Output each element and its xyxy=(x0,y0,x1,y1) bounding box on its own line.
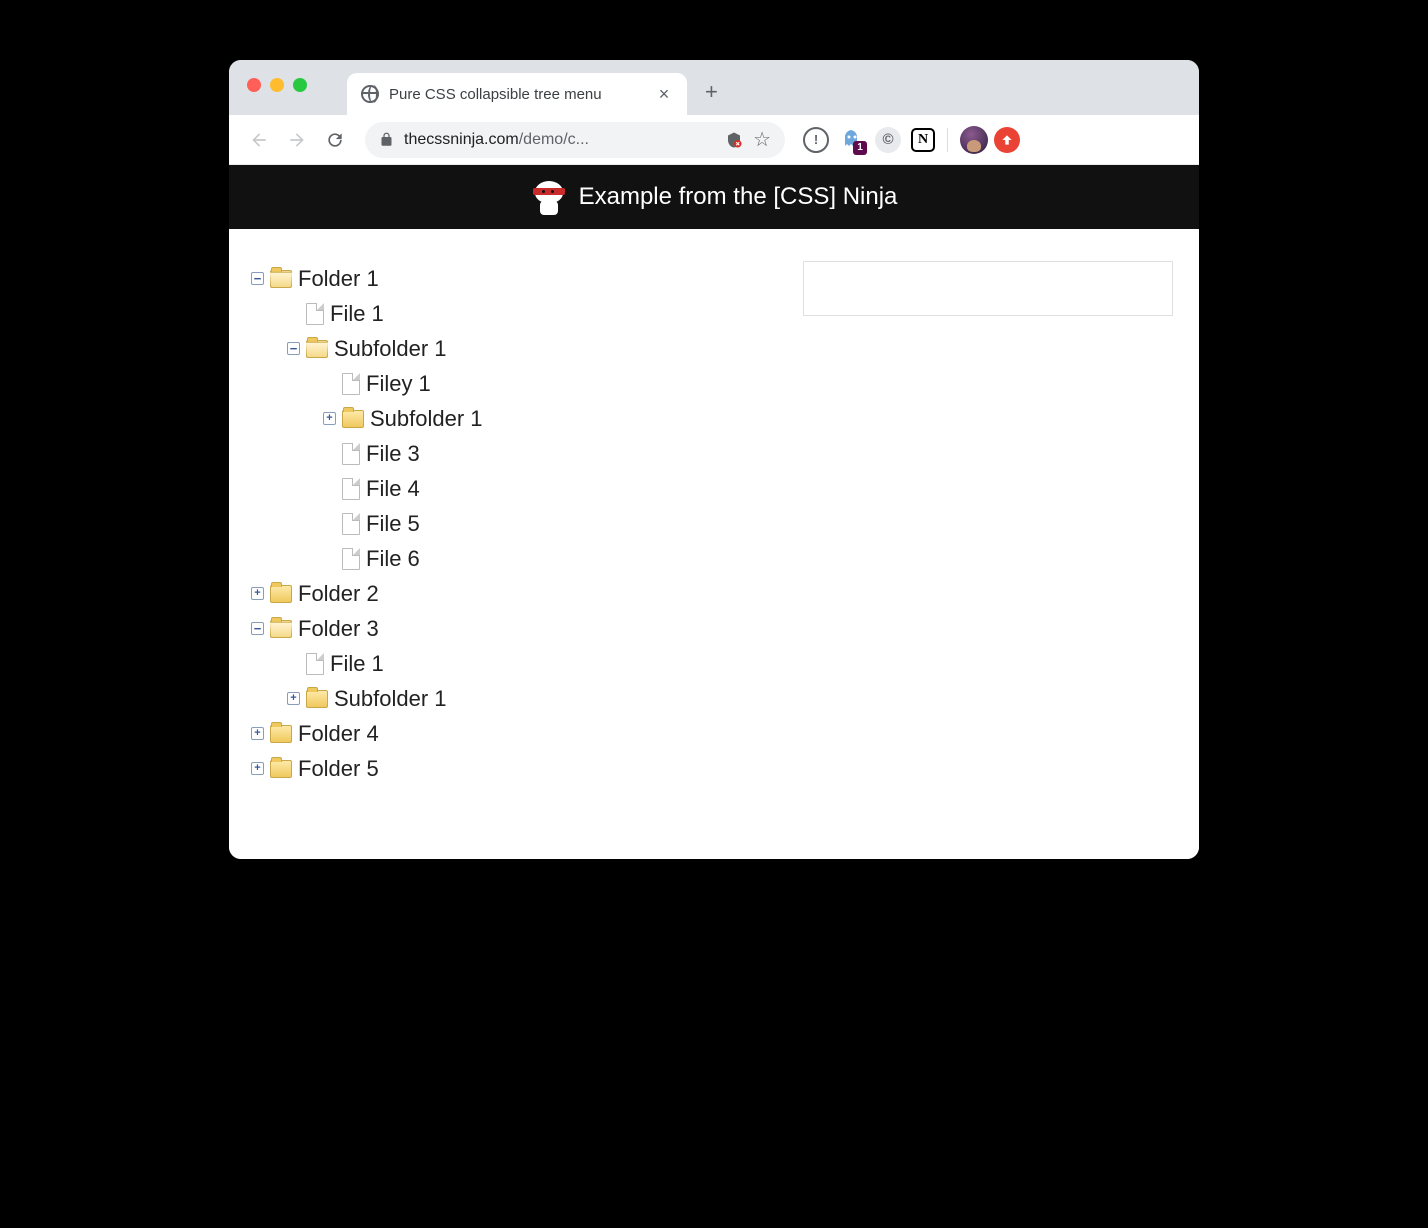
extension-ghostery-icon[interactable]: 1 xyxy=(839,127,865,153)
tree-item-label: File 1 xyxy=(330,297,384,330)
extension-badge: 1 xyxy=(853,141,867,155)
folder-icon xyxy=(270,725,292,743)
tree-item-label: File 3 xyxy=(366,437,420,470)
expand-icon[interactable] xyxy=(323,412,336,425)
window-controls xyxy=(247,78,307,92)
arrow-left-icon xyxy=(249,130,269,150)
tree-item-label: Filey 1 xyxy=(366,367,431,400)
tree-file[interactable]: Filey 1 xyxy=(323,366,791,401)
toolbar-divider xyxy=(947,128,948,152)
tab-title: Pure CSS collapsible tree menu xyxy=(389,86,645,103)
browser-toolbar: thecssninja.com/demo/c... ☆ ! 1 © N xyxy=(229,115,1199,165)
tree-item-label: Subfolder 1 xyxy=(370,402,483,435)
minimize-window-button[interactable] xyxy=(270,78,284,92)
file-icon xyxy=(342,443,360,465)
folder-icon xyxy=(306,340,328,358)
tree-file[interactable]: File 6 xyxy=(323,541,791,576)
ninja-icon xyxy=(531,179,567,215)
tree-file[interactable]: File 5 xyxy=(323,506,791,541)
tree-item-label: Folder 1 xyxy=(298,262,379,295)
tree-item-label: Folder 3 xyxy=(298,612,379,645)
sidebar-box xyxy=(803,261,1173,316)
extension-notion-icon[interactable]: N xyxy=(911,128,935,152)
folder-icon xyxy=(306,690,328,708)
extension-info-icon[interactable]: ! xyxy=(803,127,829,153)
folder-icon xyxy=(270,585,292,603)
maximize-window-button[interactable] xyxy=(293,78,307,92)
file-icon xyxy=(306,653,324,675)
url-text: thecssninja.com/demo/c... xyxy=(404,131,715,149)
extension-c-icon[interactable]: © xyxy=(875,127,901,153)
new-tab-button[interactable]: + xyxy=(705,79,718,105)
tree-file[interactable]: File 3 xyxy=(323,436,791,471)
collapse-icon[interactable] xyxy=(251,272,264,285)
reload-icon xyxy=(325,130,345,150)
folder-icon xyxy=(270,270,292,288)
collapse-icon[interactable] xyxy=(251,622,264,635)
file-icon xyxy=(342,548,360,570)
profile-avatar[interactable] xyxy=(960,126,988,154)
tree-folder[interactable]: Subfolder 1 xyxy=(287,331,791,366)
forward-button[interactable] xyxy=(281,124,313,156)
site-shield-icon[interactable] xyxy=(725,131,743,149)
tab-bar: Pure CSS collapsible tree menu × + xyxy=(229,60,1199,115)
arrow-right-icon xyxy=(287,130,307,150)
folder-icon xyxy=(342,410,364,428)
back-button[interactable] xyxy=(243,124,275,156)
reload-button[interactable] xyxy=(319,124,351,156)
tree-folder[interactable]: Subfolder 1 xyxy=(287,681,791,716)
collapse-icon[interactable] xyxy=(287,342,300,355)
tab-close-button[interactable]: × xyxy=(655,84,673,105)
tree-file[interactable]: File 1 xyxy=(287,646,791,681)
folder-icon xyxy=(270,620,292,638)
file-icon xyxy=(306,303,324,325)
tree-item-label: File 6 xyxy=(366,542,420,575)
tree-item-label: Folder 2 xyxy=(298,577,379,610)
url-path: /demo/c... xyxy=(519,131,589,148)
tree-folder[interactable]: Subfolder 1 xyxy=(323,401,791,436)
page-header: Example from the [CSS] Ninja xyxy=(229,165,1199,229)
extensions-bar: ! 1 © N xyxy=(803,127,935,153)
tree-item-label: Folder 4 xyxy=(298,717,379,750)
tree-item-label: File 5 xyxy=(366,507,420,540)
tree-item-label: File 4 xyxy=(366,472,420,505)
tree-file[interactable]: File 4 xyxy=(323,471,791,506)
tree-folder[interactable]: Folder 5 xyxy=(251,751,791,786)
tree-folder[interactable]: Folder 1 xyxy=(251,261,791,296)
expand-icon[interactable] xyxy=(251,587,264,600)
page-content: Folder 1File 1Subfolder 1Filey 1Subfolde… xyxy=(229,229,1199,859)
tree-item-label: File 1 xyxy=(330,647,384,680)
tree-folder[interactable]: Folder 3 xyxy=(251,611,791,646)
arrow-up-icon xyxy=(1000,133,1014,147)
tree-item-label: Folder 5 xyxy=(298,752,379,785)
globe-icon xyxy=(361,85,379,103)
tree-menu: Folder 1File 1Subfolder 1Filey 1Subfolde… xyxy=(251,261,791,786)
tree-children: File 1Subfolder 1 xyxy=(251,646,791,716)
file-icon xyxy=(342,513,360,535)
file-icon xyxy=(342,478,360,500)
tree-folder[interactable]: Folder 2 xyxy=(251,576,791,611)
file-icon xyxy=(342,373,360,395)
bookmark-star-icon[interactable]: ☆ xyxy=(753,127,771,152)
lock-icon xyxy=(379,132,394,147)
browser-window: Pure CSS collapsible tree menu × + thecs… xyxy=(229,60,1199,859)
tree-item-label: Subfolder 1 xyxy=(334,682,447,715)
tree-file[interactable]: File 1 xyxy=(287,296,791,331)
browser-tab[interactable]: Pure CSS collapsible tree menu × xyxy=(347,73,687,115)
expand-icon[interactable] xyxy=(251,727,264,740)
expand-icon[interactable] xyxy=(287,692,300,705)
folder-icon xyxy=(270,760,292,778)
tree-children: File 1Subfolder 1Filey 1Subfolder 1File … xyxy=(251,296,791,576)
close-window-button[interactable] xyxy=(247,78,261,92)
tree-folder[interactable]: Folder 4 xyxy=(251,716,791,751)
url-domain: thecssninja.com xyxy=(404,131,519,148)
page-title: Example from the [CSS] Ninja xyxy=(579,183,898,211)
address-bar[interactable]: thecssninja.com/demo/c... ☆ xyxy=(365,122,785,158)
expand-icon[interactable] xyxy=(251,762,264,775)
update-button[interactable] xyxy=(994,127,1020,153)
tree-children: Filey 1Subfolder 1File 3File 4File 5File… xyxy=(287,366,791,576)
tree-item-label: Subfolder 1 xyxy=(334,332,447,365)
